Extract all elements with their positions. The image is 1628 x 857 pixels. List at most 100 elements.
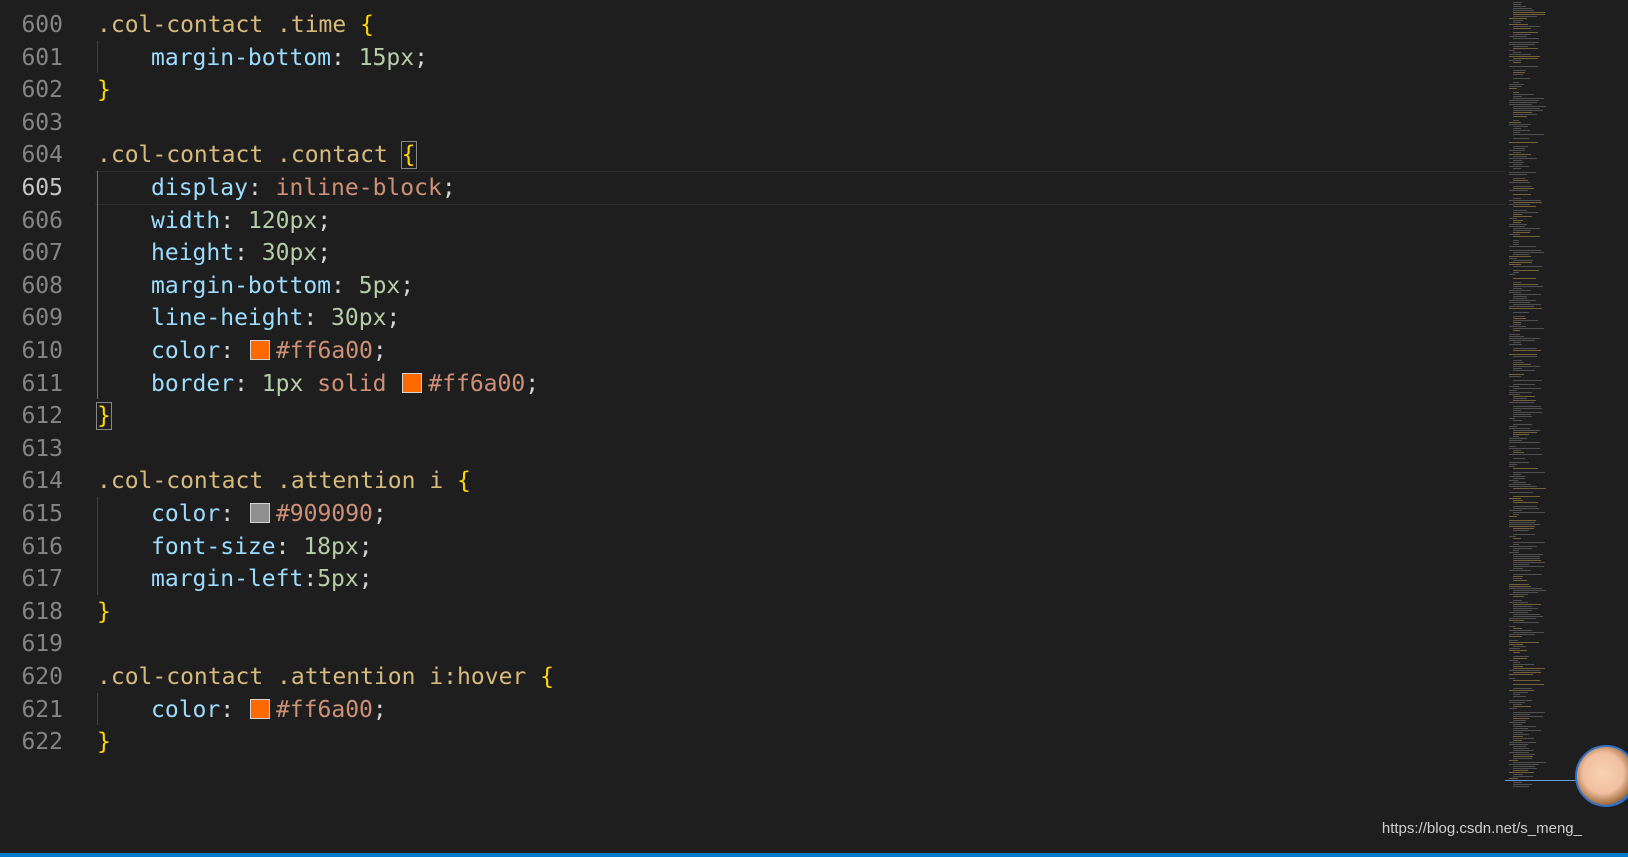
code-line-617[interactable]: 617 margin-left:5px;: [0, 562, 1505, 596]
minimap-line: [1509, 594, 1528, 595]
line-number[interactable]: 611: [0, 367, 63, 401]
minimap-line: [1513, 410, 1521, 411]
code-token: ;: [525, 370, 540, 397]
code-text[interactable]: }: [97, 725, 111, 759]
minimap-line: [1509, 660, 1518, 661]
minimap-line: [1513, 754, 1535, 755]
code-line-611[interactable]: 611 border: 1px solid #ff6a00;: [0, 367, 1505, 401]
code-text[interactable]: line-height: 30px;: [151, 301, 400, 335]
code-line-622[interactable]: 622}: [0, 725, 1505, 759]
minimap-line: [1513, 590, 1546, 591]
line-number[interactable]: 610: [0, 334, 63, 368]
minimap-line: [1509, 174, 1527, 175]
line-number[interactable]: 621: [0, 693, 63, 727]
code-text[interactable]: .col-contact .attention i {: [97, 464, 471, 498]
minimap-line: [1513, 606, 1532, 607]
code-line-618[interactable]: 618}: [0, 595, 1505, 629]
color-swatch-icon[interactable]: [402, 372, 423, 393]
code-text[interactable]: height: 30px;: [151, 236, 331, 270]
line-number[interactable]: 620: [0, 660, 63, 694]
minimap-line: [1509, 374, 1524, 375]
code-text[interactable]: .col-contact .contact {: [97, 138, 417, 172]
code-line-619[interactable]: 619: [0, 627, 1505, 661]
minimap-line: [1509, 772, 1534, 773]
line-number[interactable]: 603: [0, 106, 63, 140]
line-number[interactable]: 619: [0, 627, 63, 661]
code-token: ;: [372, 338, 387, 364]
code-text[interactable]: border: 1px solid #ff6a00;: [151, 367, 539, 401]
code-line-601[interactable]: 601 margin-bottom: 15px;: [0, 41, 1505, 75]
line-number[interactable]: 613: [0, 432, 63, 466]
code-line-602[interactable]: 602}: [0, 73, 1505, 107]
code-token: 120px: [247, 207, 318, 234]
code-line-613[interactable]: 613: [0, 432, 1505, 466]
minimap[interactable]: [1505, 0, 1585, 830]
minimap-line: [1513, 266, 1542, 267]
minimap-line: [1509, 486, 1537, 487]
line-number[interactable]: 607: [0, 236, 63, 270]
minimap-line: [1513, 774, 1523, 775]
line-number[interactable]: 602: [0, 73, 63, 107]
line-number[interactable]: 606: [0, 204, 63, 238]
code-line-605[interactable]: 605 display: inline-block;: [0, 171, 1505, 205]
line-number[interactable]: 609: [0, 301, 63, 335]
code-line-610[interactable]: 610 color: #ff6a00;: [0, 334, 1505, 368]
code-line-621[interactable]: 621 color: #ff6a00;: [0, 693, 1505, 727]
code-line-614[interactable]: 614 .col-contact .attention i {: [0, 464, 1505, 498]
vertical-scrollbar[interactable]: [1617, 0, 1628, 830]
code-text[interactable]: }: [96, 399, 112, 433]
line-number[interactable]: 605: [0, 171, 63, 205]
code-line-607[interactable]: 607 height: 30px;: [0, 236, 1505, 270]
line-number[interactable]: 608: [0, 269, 63, 303]
code-text[interactable]: .col-contact .time {: [97, 8, 374, 42]
line-number[interactable]: 614: [0, 464, 63, 498]
code-text[interactable]: width: 120px;: [151, 204, 331, 238]
avatar-icon[interactable]: [1575, 745, 1628, 807]
line-number[interactable]: 622: [0, 725, 63, 759]
indent-guide: [97, 171, 98, 400]
minimap-line: [1513, 304, 1541, 305]
line-number[interactable]: 616: [0, 530, 63, 564]
code-line-600[interactable]: 600 .col-contact .time {: [0, 8, 1505, 42]
code-text[interactable]: font-size: 18px;: [151, 530, 373, 564]
line-number[interactable]: 617: [0, 562, 63, 596]
minimap-line: [1513, 534, 1535, 535]
minimap-line: [1513, 164, 1522, 165]
code-line-606[interactable]: 606 width: 120px;: [0, 204, 1505, 238]
code-line-616[interactable]: 616 font-size: 18px;: [0, 530, 1505, 564]
code-text[interactable]: margin-bottom: 15px;: [151, 41, 428, 75]
code-text[interactable]: .col-contact .attention i:hover {: [97, 660, 554, 694]
minimap-line: [1513, 406, 1541, 407]
code-line-609[interactable]: 609 line-height: 30px;: [0, 301, 1505, 335]
line-number[interactable]: 601: [0, 41, 63, 75]
code-text[interactable]: margin-left:5px;: [151, 562, 373, 596]
code-text[interactable]: display: inline-block;: [151, 171, 456, 205]
line-number[interactable]: 600: [0, 8, 63, 42]
line-number[interactable]: 604: [0, 138, 63, 172]
code-text[interactable]: color: #ff6a00;: [151, 334, 387, 368]
code-line-603[interactable]: 603: [0, 106, 1505, 140]
code-line-612[interactable]: 612}: [0, 399, 1505, 433]
line-number[interactable]: 618: [0, 595, 63, 629]
minimap-line: [1513, 26, 1540, 27]
code-line-604[interactable]: 604 .col-contact .contact {: [0, 138, 1505, 172]
minimap-line: [1513, 666, 1523, 667]
code-text[interactable]: }: [97, 595, 111, 629]
color-swatch-icon[interactable]: [249, 698, 270, 719]
minimap-line: [1513, 564, 1529, 565]
line-number[interactable]: 612: [0, 399, 63, 433]
minimap-line: [1513, 120, 1519, 121]
code-editor[interactable]: 600 .col-contact .time { 601 margin-bottom:…: [0, 0, 1505, 857]
code-text[interactable]: color: #ff6a00;: [151, 693, 387, 727]
code-text[interactable]: }: [97, 73, 111, 107]
color-swatch-icon[interactable]: [249, 503, 270, 523]
code-line-608[interactable]: 608 margin-bottom: 5px;: [0, 269, 1505, 303]
line-number[interactable]: 615: [0, 497, 63, 531]
color-swatch-icon[interactable]: [249, 340, 270, 360]
minimap-line: [1509, 588, 1542, 589]
code-text[interactable]: color: #909090;: [151, 497, 387, 531]
code-text[interactable]: margin-bottom: 5px;: [151, 269, 414, 303]
code-line-620[interactable]: 620 .col-contact .attention i:hover {: [0, 660, 1505, 694]
code-line-615[interactable]: 615 color: #909090;: [0, 497, 1505, 531]
minimap-viewport-indicator[interactable]: [1505, 780, 1585, 781]
